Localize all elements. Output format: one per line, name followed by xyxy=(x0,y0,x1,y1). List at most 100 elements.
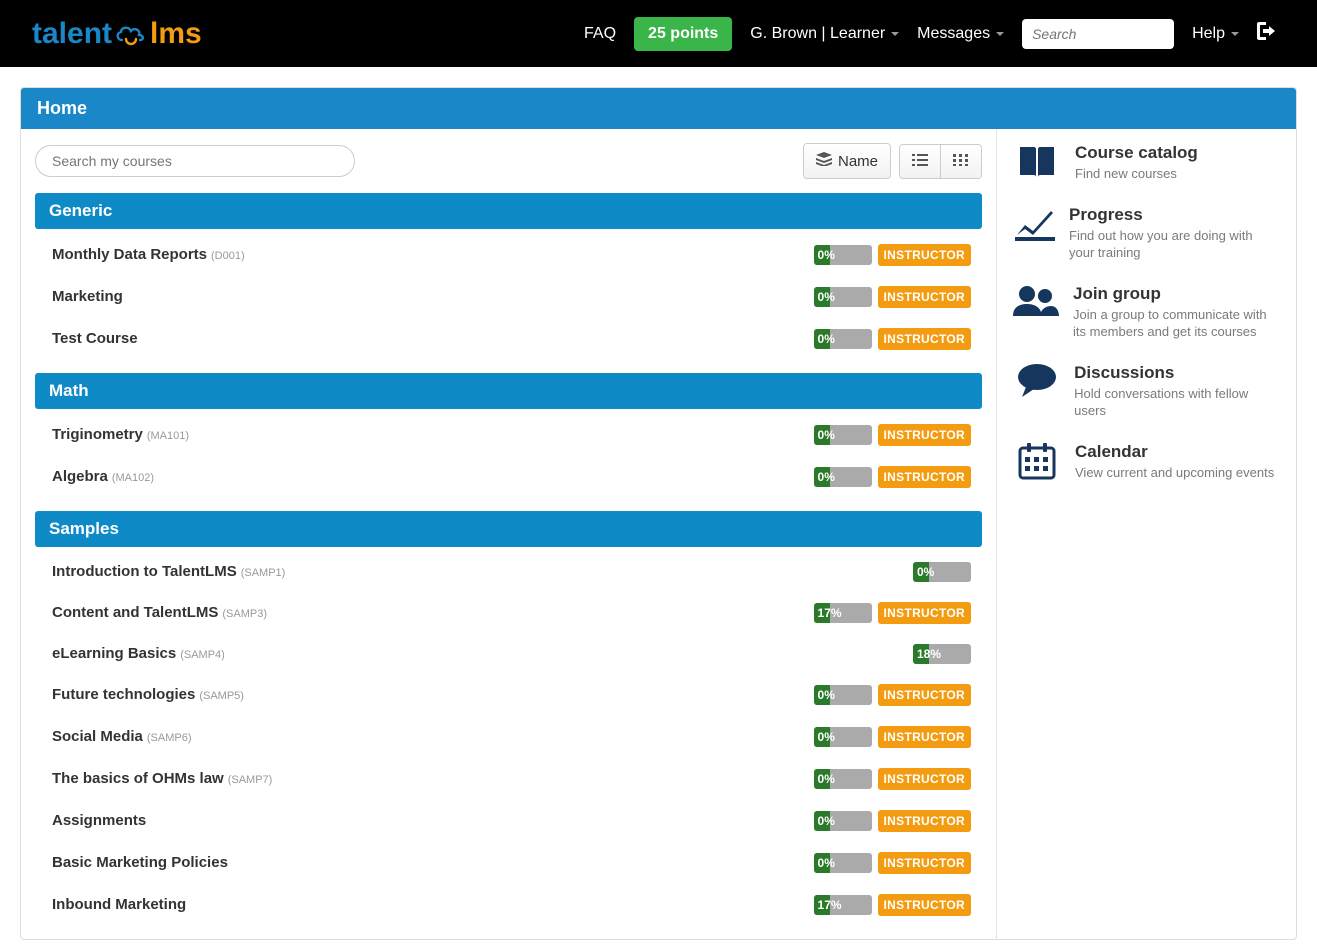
course-row: Content and TalentLMS(SAMP3)17%INSTRUCTO… xyxy=(36,592,981,634)
discussions-icon xyxy=(1013,363,1060,420)
course-title[interactable]: Inbound Marketing xyxy=(52,896,186,913)
points-badge[interactable]: 25 points xyxy=(634,17,732,51)
course-code: (SAMP1) xyxy=(241,567,286,579)
progress-bar: 0% xyxy=(814,245,872,265)
course-row: Basic Marketing Policies 0% INSTRUCTOR xyxy=(36,842,981,884)
course-row: Assignments0%INSTRUCTOR xyxy=(36,800,981,842)
sidebar-item-title: Progress xyxy=(1069,205,1280,225)
sidebar-item-title: Join group xyxy=(1073,284,1280,304)
progress-bar: 0% xyxy=(814,769,872,789)
progress-bar: 18% xyxy=(913,644,971,664)
search-courses-input[interactable] xyxy=(35,145,355,177)
course-code: (SAMP7) xyxy=(228,774,273,786)
progress-bar: 0% xyxy=(814,329,872,349)
view-grid-button[interactable] xyxy=(940,145,981,178)
role-badge: INSTRUCTOR xyxy=(878,810,971,832)
progress-value: 0% xyxy=(814,730,835,744)
sidebar-item-calendar[interactable]: CalendarView current and upcoming events xyxy=(1013,442,1280,482)
sidebar-item-subtitle: Find out how you are doing with your tra… xyxy=(1069,227,1280,262)
course-title[interactable]: Basic Marketing Policies xyxy=(52,854,228,871)
role-badge: INSTRUCTOR xyxy=(878,602,971,624)
top-nav: FAQ 25 points G. Brown | Learner Message… xyxy=(584,17,1277,51)
course-row: Social Media (SAMP6) 0% INSTRUCTOR xyxy=(36,716,981,758)
nav-faq[interactable]: FAQ xyxy=(584,25,616,43)
course-title[interactable]: eLearning Basics xyxy=(52,645,176,662)
progress-value: 0% xyxy=(814,470,835,484)
progress-bar: 0% xyxy=(814,425,872,445)
global-search-input[interactable] xyxy=(1022,19,1174,49)
grid-icon xyxy=(953,153,969,170)
course-title[interactable]: Assignments xyxy=(52,812,146,829)
home-panel: Home Name xyxy=(20,87,1297,940)
progress-bar: 17% xyxy=(814,603,872,623)
logout-icon[interactable] xyxy=(1257,22,1277,45)
progress-bar: 17% xyxy=(814,895,872,915)
progress-bar: 0% xyxy=(814,727,872,747)
sidebar-item-discussions[interactable]: DiscussionsHold conversations with fello… xyxy=(1013,363,1280,420)
sidebar-item-group[interactable]: Join groupJoin a group to communicate wi… xyxy=(1013,284,1280,341)
nav-user-menu[interactable]: G. Brown | Learner xyxy=(750,25,899,43)
course-code: (MA102) xyxy=(112,472,154,484)
logo[interactable]: talent lms xyxy=(32,17,202,51)
sidebar-item-subtitle: Hold conversations with fellow users xyxy=(1074,385,1280,420)
course-title[interactable]: Algebra xyxy=(52,468,108,485)
cloud-icon xyxy=(114,22,148,46)
sort-button[interactable]: Name xyxy=(804,144,890,178)
sidebar-item-subtitle: View current and upcoming events xyxy=(1075,464,1274,482)
role-badge: INSTRUCTOR xyxy=(878,466,971,488)
progress-bar: 0% xyxy=(913,562,971,582)
sidebar-item-progress[interactable]: ProgressFind out how you are doing with … xyxy=(1013,205,1280,262)
sidebar-item-subtitle: Find new courses xyxy=(1075,165,1198,183)
stack-icon xyxy=(816,152,832,170)
catalog-icon xyxy=(1013,143,1061,183)
progress-bar: 0% xyxy=(814,287,872,307)
course-code: (SAMP6) xyxy=(147,732,192,744)
progress-bar: 0% xyxy=(814,685,872,705)
course-title[interactable]: The basics of OHMs law xyxy=(52,770,224,787)
progress-value: 17% xyxy=(814,898,842,912)
course-title[interactable]: Test Course xyxy=(52,330,138,347)
list-icon xyxy=(912,153,928,170)
nav-messages[interactable]: Messages xyxy=(917,25,1004,43)
chevron-down-icon xyxy=(1231,32,1239,36)
course-code: (D001) xyxy=(211,250,245,262)
role-badge: INSTRUCTOR xyxy=(878,244,971,266)
progress-bar: 0% xyxy=(814,853,872,873)
view-list-button[interactable] xyxy=(900,145,940,178)
course-title[interactable]: Social Media xyxy=(52,728,143,745)
progress-icon xyxy=(1013,205,1055,262)
progress-value: 0% xyxy=(814,688,835,702)
logo-talent: talent xyxy=(32,17,112,51)
progress-value: 0% xyxy=(814,428,835,442)
course-row: Introduction to TalentLMS (SAMP1) 0% xyxy=(36,552,981,592)
progress-value: 0% xyxy=(814,856,835,870)
progress-bar: 0% xyxy=(814,467,872,487)
course-title[interactable]: Monthly Data Reports xyxy=(52,246,207,263)
progress-value: 0% xyxy=(814,248,835,262)
course-code: (SAMP5) xyxy=(199,690,244,702)
role-badge: INSTRUCTOR xyxy=(878,726,971,748)
role-badge: INSTRUCTOR xyxy=(878,684,971,706)
course-row: Triginometry(MA101)0%INSTRUCTOR xyxy=(36,414,981,456)
course-code: (MA101) xyxy=(147,430,189,442)
chevron-down-icon xyxy=(891,32,899,36)
course-title[interactable]: Marketing xyxy=(52,288,123,305)
group-icon xyxy=(1013,284,1059,341)
course-title[interactable]: Triginometry xyxy=(52,426,143,443)
category-header[interactable]: Generic xyxy=(35,193,982,229)
category-header[interactable]: Samples xyxy=(35,511,982,547)
topbar: talent lms FAQ 25 points G. Brown | Lear… xyxy=(0,0,1317,67)
role-badge: INSTRUCTOR xyxy=(878,852,971,874)
sidebar-item-catalog[interactable]: Course catalog Find new courses xyxy=(1013,143,1280,183)
course-title[interactable]: Content and TalentLMS xyxy=(52,604,218,621)
course-title[interactable]: Introduction to TalentLMS xyxy=(52,563,237,580)
sidebar-item-title: Course catalog xyxy=(1075,143,1198,163)
sidebar-item-title: Discussions xyxy=(1074,363,1280,383)
course-row: Marketing0%INSTRUCTOR xyxy=(36,276,981,318)
course-row: The basics of OHMs law(SAMP7)0%INSTRUCTO… xyxy=(36,758,981,800)
course-row: Future technologies (SAMP5) 0% INSTRUCTOR xyxy=(36,674,981,716)
course-title[interactable]: Future technologies xyxy=(52,686,195,703)
nav-help[interactable]: Help xyxy=(1192,25,1239,43)
category-header[interactable]: Math xyxy=(35,373,982,409)
role-badge: INSTRUCTOR xyxy=(878,328,971,350)
